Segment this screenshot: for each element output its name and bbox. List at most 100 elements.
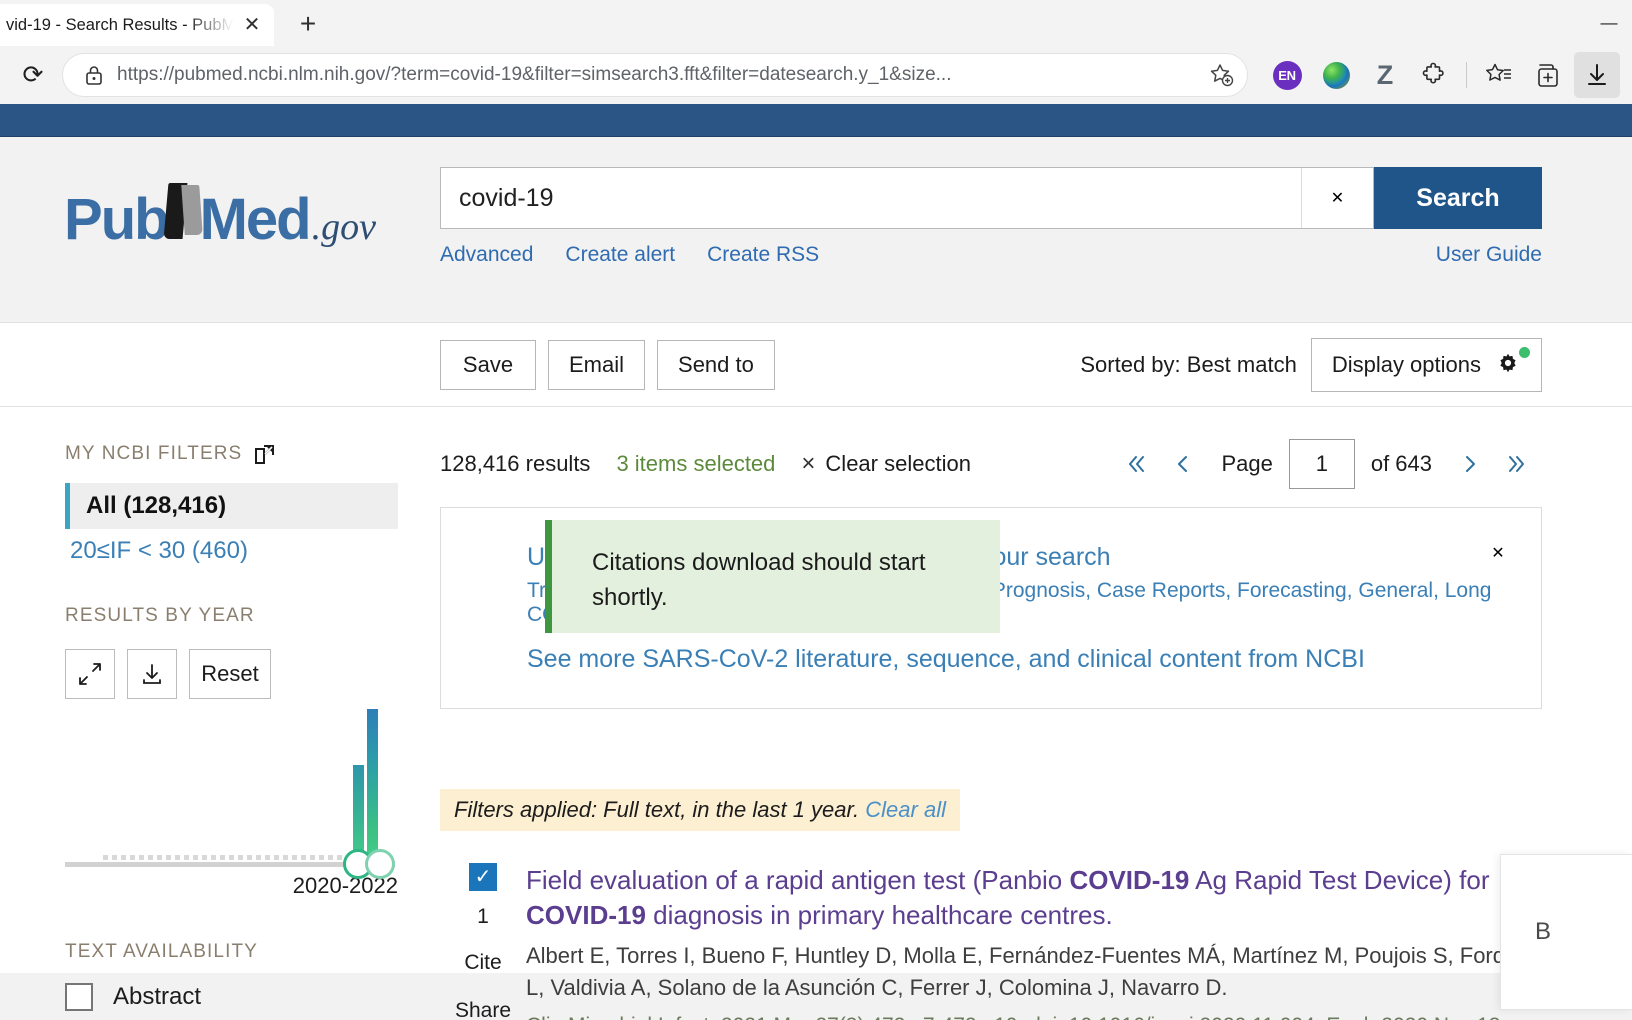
extensions-button[interactable] [1411, 52, 1457, 98]
previous-page-icon[interactable] [1159, 441, 1205, 487]
user-guide-link[interactable]: User Guide [1436, 243, 1542, 267]
download-chart-button[interactable] [127, 649, 177, 699]
open-book-icon [163, 177, 204, 239]
sidebar-filter-all[interactable]: All (128,416) [65, 483, 398, 529]
clear-all-filters-link[interactable]: Clear all [865, 797, 946, 822]
collections-button[interactable] [1525, 52, 1571, 98]
puzzle-piece-icon [1422, 62, 1444, 83]
create-alert-link[interactable]: Create alert [565, 243, 675, 267]
create-rss-link[interactable]: Create RSS [707, 243, 819, 267]
reset-chart-button[interactable]: Reset [189, 649, 271, 699]
address-bar[interactable]: https://pubmed.ncbi.nlm.nih.gov/?term=co… [62, 53, 1248, 97]
gear-icon [1495, 346, 1530, 378]
external-link-icon[interactable] [254, 444, 275, 465]
sorted-by-label: Sorted by: Best match [1080, 351, 1297, 377]
downloads-icon [1588, 64, 1606, 85]
content-area: MY NCBI FILTERS All (128,416) 20≤IF < 30… [0, 407, 1632, 1020]
results-by-year-chart[interactable] [65, 709, 398, 879]
result-title-link[interactable]: Field evaluation of a rapid antigen test… [526, 863, 1542, 932]
result-row: ✓ 1 Cite Share Field evaluation of a rap… [440, 863, 1542, 1020]
total-pages-label: of 643 [1370, 451, 1432, 476]
idm-extension-button[interactable] [1313, 52, 1359, 98]
language-badge-icon: EN [1272, 60, 1302, 90]
tab-strip: vid-19 - Search Results - PubM ✕ + — [0, 0, 1632, 46]
display-options-button[interactable]: Display options [1310, 337, 1542, 392]
result-authors: Albert E, Torres I, Bueno F, Huntley D, … [526, 942, 1530, 1000]
first-page-icon[interactable] [1111, 441, 1157, 487]
language-extension-button[interactable]: EN [1264, 52, 1310, 98]
chart-toolbar: Reset [65, 649, 398, 699]
filter-abstract-label: Abstract [113, 983, 202, 1010]
advanced-link[interactable]: Advanced [440, 243, 533, 267]
reload-icon: ⟳ [22, 60, 44, 89]
send-to-button[interactable]: Send to [657, 339, 775, 390]
last-page-icon[interactable] [1496, 441, 1542, 487]
downloads-button[interactable] [1574, 52, 1620, 98]
favorites-star-list-icon [1486, 63, 1511, 81]
next-page-icon[interactable] [1448, 441, 1494, 487]
sidebar-filter-if[interactable]: 20≤IF < 30 (460) [65, 537, 398, 565]
results-by-year-heading: RESULTS BY YEAR [65, 605, 255, 626]
expand-chart-button[interactable] [65, 649, 115, 699]
chart-bar [367, 709, 378, 865]
expand-icon [79, 663, 101, 685]
tab-title: vid-19 - Search Results - PubM [6, 15, 236, 34]
display-options-label: Display options [1331, 351, 1481, 377]
page-label: Page [1221, 451, 1273, 476]
filters-applied-text: Filters applied: Full text, in the last … [454, 797, 860, 823]
idm-download-icon [1322, 61, 1350, 89]
covid-promo-banner: Use COVID-19 Clinical Queries to refine … [440, 507, 1542, 710]
result-body: Field evaluation of a rapid antigen test… [526, 863, 1542, 1020]
clear-selection-label: Clear selection [825, 451, 971, 476]
cite-button[interactable]: Cite [464, 951, 501, 975]
promo-more-link[interactable]: See more SARS-CoV-2 literature, sequence… [527, 645, 1501, 674]
filter-abstract[interactable]: Abstract [65, 983, 398, 1011]
toolbar-divider [1466, 62, 1467, 88]
zotero-extension-button[interactable]: Z [1362, 52, 1408, 98]
minimize-icon[interactable]: — [1586, 0, 1632, 46]
title-segment-2: Ag Rapid Test Device) for [1189, 865, 1490, 896]
reload-button[interactable]: ⟳ [12, 54, 54, 96]
add-favorite-star-icon[interactable] [1203, 57, 1239, 93]
nih-header-band [0, 104, 1632, 137]
clear-search-icon[interactable]: ✕ [1301, 168, 1373, 228]
checkbox-icon[interactable] [65, 983, 93, 1011]
window-controls: — [1586, 0, 1632, 46]
page-number-input[interactable]: 1 [1288, 439, 1355, 489]
results-count: 128,416 results [440, 451, 591, 476]
favorites-button[interactable] [1476, 52, 1522, 98]
close-icon[interactable]: ✕ [1481, 536, 1515, 570]
zotero-icon: Z [1376, 59, 1394, 90]
year-range-handle-end[interactable] [365, 849, 395, 879]
search-button[interactable]: Search [1374, 167, 1542, 229]
filters-applied-banner: Filters applied: Full text, in the last … [440, 789, 960, 832]
email-button[interactable]: Email [548, 339, 646, 390]
share-button[interactable]: Share [455, 999, 511, 1020]
search-area: covid-19 ✕ Search Advanced Create alert … [440, 167, 1632, 267]
chart-bars [65, 709, 398, 865]
search-sub-links: Advanced Create alert Create RSS User Gu… [440, 243, 1542, 267]
save-button[interactable]: Save [440, 339, 536, 390]
clear-selection-button[interactable]: × Clear selection [801, 450, 971, 478]
pubmed-logo[interactable]: Pub Med .gov [0, 167, 440, 253]
collections-icon [1538, 63, 1558, 87]
site-header: Pub Med .gov covid-19 ✕ Search Advanced … [0, 137, 1632, 322]
title-segment-3: diagnosis in primary healthcare centres. [645, 899, 1113, 930]
results-summary-row: 128,416 results 3 items selected × Clear… [440, 437, 1542, 491]
download-icon [143, 664, 161, 684]
status-badge [1519, 346, 1530, 358]
extension-toolbar: EN Z [1258, 52, 1620, 98]
new-tab-button[interactable]: + [288, 4, 328, 44]
title-segment-1: Field evaluation of a rapid antigen test… [526, 865, 1070, 896]
result-checkbox[interactable]: ✓ [469, 863, 497, 892]
logo-text-pub: Pub [64, 187, 170, 252]
search-input[interactable]: covid-19 ✕ [440, 167, 1374, 229]
result-journal-citation: Clin Microbiol Infect. 2021 Mar;27(3):47… [526, 1014, 1542, 1020]
logo-text-gov: .gov [311, 206, 376, 248]
browser-tab[interactable]: vid-19 - Search Results - PubM ✕ [0, 4, 274, 46]
text-availability-heading: TEXT AVAILABILITY [65, 941, 258, 962]
close-icon[interactable]: ✕ [238, 11, 266, 39]
result-number: 1 [477, 905, 489, 929]
close-icon: × [801, 450, 816, 477]
right-edge-flyout-panel[interactable]: B [1500, 854, 1632, 1010]
